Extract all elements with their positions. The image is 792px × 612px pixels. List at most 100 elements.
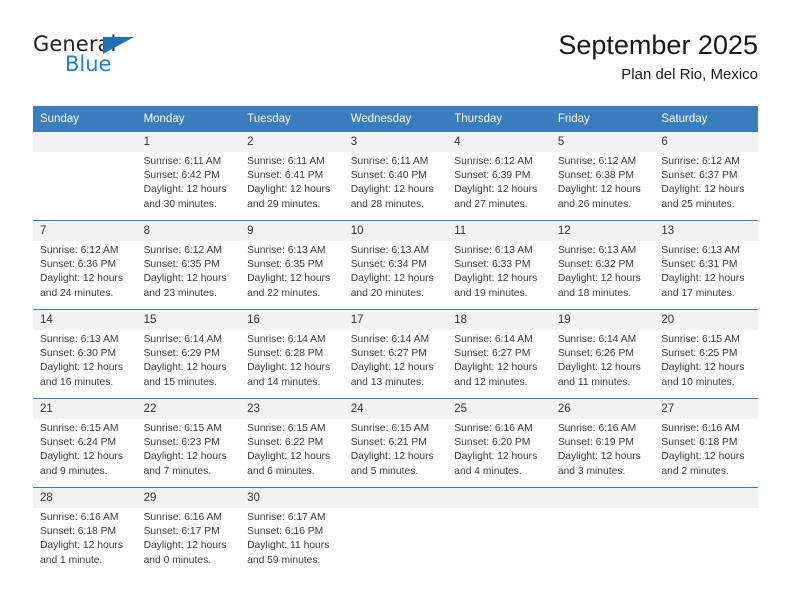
day-number: 11	[447, 221, 551, 241]
page-subtitle: Plan del Rio, Mexico	[621, 66, 758, 83]
calendar-week-row: 21 Sunrise: 6:15 AM Sunset: 6:24 PM Dayligh…	[33, 398, 758, 488]
sunset-time: Sunset: 6:39 PM	[454, 170, 531, 182]
sunrise-time: Sunrise: 6:12 AM	[454, 156, 533, 167]
calendar-day-cell[interactable]: 10 Sunrise: 6:13 AM Sunset: 6:34 PM Dayligh…	[343, 220, 448, 310]
calendar-day-cell[interactable]: 24 Sunrise: 6:15 AM Sunset: 6:21 PM Dayligh…	[343, 398, 448, 488]
sunset-time: Sunset: 6:17 PM	[143, 526, 220, 538]
daylight-duration-line1: Daylight: 12 hours	[454, 451, 538, 463]
calendar-header-row: Sunday Monday Tuesday Wednesday Thursday…	[33, 106, 758, 132]
daylight-duration-line1: Daylight: 12 hours	[40, 362, 123, 374]
day-number: 23	[240, 399, 344, 419]
sunset-time: Sunset: 6:40 PM	[350, 170, 427, 182]
calendar-page: General Blue September 2025 Plan del Rio…	[0, 0, 792, 612]
calendar-day-cell[interactable]: 15 Sunrise: 6:14 AM Sunset: 6:29 PM Dayligh…	[136, 309, 241, 399]
calendar-day-cell[interactable]: 23 Sunrise: 6:15 AM Sunset: 6:22 PM Dayligh…	[240, 398, 344, 488]
calendar-week-row: 7 Sunrise: 6:12 AM Sunset: 6:36 PM Daylight…	[33, 220, 758, 310]
sunset-time: Sunset: 6:38 PM	[557, 170, 634, 182]
calendar-day-cell[interactable]: 25 Sunrise: 6:16 AM Sunset: 6:20 PM Dayligh…	[447, 398, 551, 488]
sunrise-time: Sunrise: 6:15 AM	[40, 423, 119, 434]
daylight-duration-line1: Daylight: 12 hours	[661, 273, 745, 285]
calendar-day-cell[interactable]: 6 Sunrise: 6:12 AM Sunset: 6:37 PM Daylight…	[654, 132, 758, 221]
sunrise-time: Sunrise: 6:11 AM	[350, 156, 429, 167]
day-details: Sunrise: 6:15 AM Sunset: 6:23 PM Daylight:…	[137, 419, 241, 479]
calendar-day-cell[interactable]: 1 Sunrise: 6:11 AM Sunset: 6:42 PM Daylight…	[136, 132, 241, 221]
calendar-day-cell[interactable]: 3 Sunrise: 6:11 AM Sunset: 6:40 PM Daylight…	[343, 132, 448, 221]
daylight-duration-line2: and 7 minutes.	[143, 465, 212, 477]
day-number: 9	[240, 221, 344, 241]
day-details: Sunrise: 6:16 AM Sunset: 6:18 PM Daylight:…	[33, 508, 137, 568]
sunrise-time: Sunrise: 6:12 AM	[40, 245, 119, 256]
sunrise-time: Sunrise: 6:14 AM	[350, 334, 430, 345]
day-number: 18	[447, 310, 551, 330]
daylight-duration-line1: Daylight: 12 hours	[143, 540, 227, 552]
day-details: Sunrise: 6:16 AM Sunset: 6:20 PM Daylight:…	[447, 419, 551, 479]
calendar-cell-empty	[654, 487, 758, 576]
calendar-day-cell[interactable]: 16 Sunrise: 6:14 AM Sunset: 6:28 PM Dayligh…	[240, 309, 344, 399]
daylight-duration-line2: and 12 minutes.	[454, 376, 528, 388]
sunset-time: Sunset: 6:28 PM	[247, 348, 324, 360]
day-details: Sunrise: 6:15 AM Sunset: 6:24 PM Daylight:…	[33, 419, 137, 479]
calendar-day-cell[interactable]: 22 Sunrise: 6:15 AM Sunset: 6:23 PM Dayligh…	[136, 398, 241, 488]
sunset-time: Sunset: 6:18 PM	[661, 437, 738, 449]
logo-secondary-text: Blue	[65, 52, 112, 76]
calendar-cell-empty	[343, 487, 448, 576]
calendar-day-cell[interactable]: 18 Sunrise: 6:14 AM Sunset: 6:27 PM Dayligh…	[447, 309, 551, 399]
daylight-duration-line2: and 18 minutes.	[557, 287, 632, 299]
calendar-day-cell[interactable]: 4 Sunrise: 6:12 AM Sunset: 6:39 PM Daylight…	[447, 132, 551, 221]
calendar-day-cell[interactable]: 28 Sunrise: 6:16 AM Sunset: 6:18 PM Dayligh…	[33, 487, 137, 576]
daylight-duration-line2: and 29 minutes.	[247, 198, 321, 210]
day-details: Sunrise: 6:14 AM Sunset: 6:27 PM Daylight:…	[447, 330, 551, 390]
calendar-day-cell[interactable]: 26 Sunrise: 6:16 AM Sunset: 6:19 PM Dayligh…	[550, 398, 655, 488]
calendar-day-cell[interactable]: 19 Sunrise: 6:14 AM Sunset: 6:26 PM Dayligh…	[550, 309, 655, 399]
calendar-day-cell[interactable]: 30 Sunrise: 6:17 AM Sunset: 6:16 PM Dayligh…	[240, 487, 344, 576]
sunset-time: Sunset: 6:33 PM	[454, 259, 531, 271]
daylight-duration-line1: Daylight: 12 hours	[557, 273, 641, 285]
daylight-duration-line1: Daylight: 12 hours	[350, 273, 434, 285]
day-number	[550, 488, 655, 508]
sunrise-time: Sunrise: 6:12 AM	[661, 156, 740, 167]
calendar-day-cell[interactable]: 9 Sunrise: 6:13 AM Sunset: 6:35 PM Daylight…	[240, 220, 344, 310]
column-header-sunday: Sunday	[33, 106, 137, 132]
sunset-time: Sunset: 6:31 PM	[661, 259, 738, 271]
calendar-day-cell[interactable]: 20 Sunrise: 6:15 AM Sunset: 6:25 PM Dayligh…	[654, 309, 758, 399]
calendar-day-cell[interactable]: 12 Sunrise: 6:13 AM Sunset: 6:32 PM Dayligh…	[550, 220, 655, 310]
sunset-time: Sunset: 6:22 PM	[247, 437, 324, 449]
brand-logo[interactable]: General Blue	[33, 32, 203, 88]
calendar-day-cell[interactable]: 29 Sunrise: 6:16 AM Sunset: 6:17 PM Dayligh…	[136, 487, 241, 576]
sunset-time: Sunset: 6:20 PM	[454, 437, 531, 449]
calendar-day-cell[interactable]: 21 Sunrise: 6:15 AM Sunset: 6:24 PM Dayligh…	[33, 398, 137, 488]
calendar-week-row: 28 Sunrise: 6:16 AM Sunset: 6:18 PM Dayligh…	[33, 487, 758, 576]
calendar-day-cell[interactable]: 27 Sunrise: 6:16 AM Sunset: 6:18 PM Dayligh…	[654, 398, 758, 488]
day-number: 28	[33, 488, 137, 508]
calendar-day-cell[interactable]: 11 Sunrise: 6:13 AM Sunset: 6:33 PM Dayligh…	[447, 220, 551, 310]
sunset-time: Sunset: 6:34 PM	[350, 259, 427, 271]
daylight-duration-line1: Daylight: 12 hours	[557, 184, 641, 196]
daylight-duration-line2: and 13 minutes.	[350, 376, 424, 388]
daylight-duration-line1: Daylight: 12 hours	[557, 451, 641, 463]
day-number: 20	[654, 310, 758, 330]
calendar-day-cell[interactable]: 13 Sunrise: 6:13 AM Sunset: 6:31 PM Dayligh…	[654, 220, 758, 310]
day-details: Sunrise: 6:15 AM Sunset: 6:22 PM Daylight:…	[240, 419, 344, 479]
daylight-duration-line2: and 14 minutes.	[247, 376, 321, 388]
daylight-duration-line2: and 20 minutes.	[350, 287, 424, 299]
calendar-day-cell[interactable]: 5 Sunrise: 6:12 AM Sunset: 6:38 PM Daylight…	[550, 132, 655, 221]
sunset-time: Sunset: 6:36 PM	[40, 259, 117, 271]
day-details: Sunrise: 6:12 AM Sunset: 6:38 PM Daylight:…	[551, 152, 655, 212]
sunrise-time: Sunrise: 6:16 AM	[40, 512, 119, 523]
calendar-day-cell[interactable]: 7 Sunrise: 6:12 AM Sunset: 6:36 PM Daylight…	[33, 220, 137, 310]
title-block: September 2025 Plan del Rio, Mexico	[558, 28, 758, 86]
day-details: Sunrise: 6:13 AM Sunset: 6:31 PM Daylight:…	[654, 241, 758, 301]
daylight-duration-line2: and 27 minutes.	[454, 198, 528, 210]
calendar-day-cell[interactable]: 8 Sunrise: 6:12 AM Sunset: 6:35 PM Daylight…	[136, 220, 241, 310]
calendar-day-cell[interactable]: 14 Sunrise: 6:13 AM Sunset: 6:30 PM Dayligh…	[33, 309, 137, 399]
sunrise-time: Sunrise: 6:15 AM	[143, 423, 222, 434]
daylight-duration-line1: Daylight: 12 hours	[247, 451, 331, 463]
calendar-day-cell[interactable]: 17 Sunrise: 6:14 AM Sunset: 6:27 PM Dayligh…	[343, 309, 448, 399]
day-details: Sunrise: 6:15 AM Sunset: 6:21 PM Daylight:…	[344, 419, 448, 479]
daylight-duration-line2: and 9 minutes.	[40, 465, 108, 477]
daylight-duration-line1: Daylight: 11 hours	[247, 540, 330, 552]
daylight-duration-line2: and 25 minutes.	[661, 198, 735, 210]
column-header-thursday: Thursday	[447, 106, 551, 132]
daylight-duration-line2: and 0 minutes.	[143, 554, 212, 566]
calendar-day-cell[interactable]: 2 Sunrise: 6:11 AM Sunset: 6:41 PM Daylight…	[240, 132, 344, 221]
